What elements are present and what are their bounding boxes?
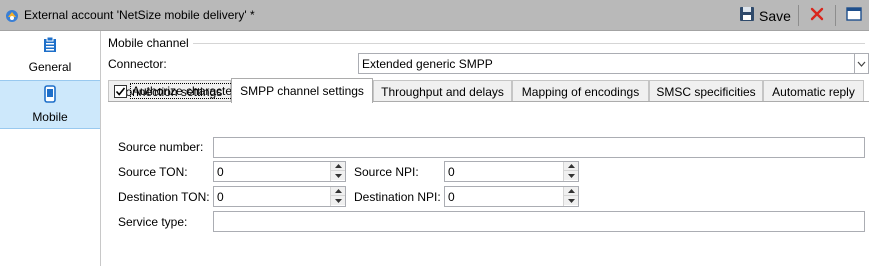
arrow-down-icon[interactable] [331, 171, 345, 180]
tab-smpp-channel-settings[interactable]: SMPP channel settings [231, 78, 373, 103]
sidebar-item-general[interactable]: General [0, 31, 100, 80]
source-number-field[interactable] [213, 137, 865, 158]
arrow-up-icon[interactable] [331, 187, 345, 196]
source-ton-stepper[interactable]: 0 [213, 161, 346, 182]
mobile-icon [44, 85, 56, 106]
tab-smsc-specificities[interactable]: SMSC specificities [649, 80, 763, 102]
cancel-button[interactable] [806, 5, 828, 26]
group-divider [193, 43, 865, 44]
source-ton-label: Source TON: [118, 165, 188, 179]
arrow-up-icon[interactable] [564, 162, 578, 171]
title-bar: External account 'NetSize mobile deliver… [0, 0, 869, 31]
transliteration-checkbox[interactable] [114, 84, 127, 98]
tab-automatic-reply[interactable]: Automatic reply [763, 80, 864, 102]
dest-npi-value: 0 [448, 190, 455, 204]
tab-mapping-of-encodings[interactable]: Mapping of encodings [512, 80, 649, 102]
toolbar-separator [835, 5, 836, 26]
save-label: Save [759, 7, 791, 24]
connector-label: Connector: [108, 57, 167, 71]
app-icon [4, 8, 20, 24]
general-icon [43, 36, 57, 56]
spin-buttons [563, 162, 578, 181]
save-button[interactable]: Save [739, 5, 791, 26]
window-button[interactable] [843, 5, 865, 26]
source-number-label: Source number: [118, 140, 204, 154]
service-type-field[interactable] [213, 211, 865, 232]
source-npi-stepper[interactable]: 0 [444, 161, 579, 182]
tab-throughput-and-delays[interactable]: Throughput and delays [373, 80, 512, 102]
spin-buttons [330, 162, 345, 181]
tab-panel [108, 101, 869, 266]
dest-ton-label: Destination TON: [118, 190, 210, 204]
connector-select[interactable]: Extended generic SMPP [358, 53, 869, 74]
sidebar-item-label: Mobile [32, 110, 68, 124]
arrow-down-icon[interactable] [564, 171, 578, 180]
toolbar-separator [798, 5, 799, 26]
arrow-up-icon[interactable] [564, 187, 578, 196]
dest-ton-value: 0 [217, 190, 224, 204]
source-npi-value: 0 [448, 165, 455, 179]
spin-buttons [563, 187, 578, 206]
sidebar: General Mobile [0, 31, 101, 266]
service-type-label: Service type: [118, 215, 188, 229]
source-ton-value: 0 [217, 165, 224, 179]
arrow-down-icon[interactable] [331, 196, 345, 205]
connector-value: Extended generic SMPP [362, 57, 493, 71]
dest-ton-stepper[interactable]: 0 [213, 186, 346, 207]
cancel-icon [810, 7, 824, 24]
window-title: External account 'NetSize mobile deliver… [24, 8, 255, 22]
group-title: Mobile channel [108, 36, 189, 50]
sidebar-item-label: General [28, 60, 72, 74]
spin-buttons [330, 187, 345, 206]
chevron-down-icon[interactable] [854, 54, 868, 73]
dest-npi-stepper[interactable]: 0 [444, 186, 579, 207]
dest-npi-label: Destination NPI: [354, 190, 441, 204]
window-icon [846, 7, 862, 24]
source-npi-label: Source NPI: [354, 165, 419, 179]
sidebar-item-mobile[interactable]: Mobile [0, 80, 100, 129]
save-icon [739, 6, 755, 25]
arrow-down-icon[interactable] [564, 196, 578, 205]
arrow-up-icon[interactable] [331, 162, 345, 171]
